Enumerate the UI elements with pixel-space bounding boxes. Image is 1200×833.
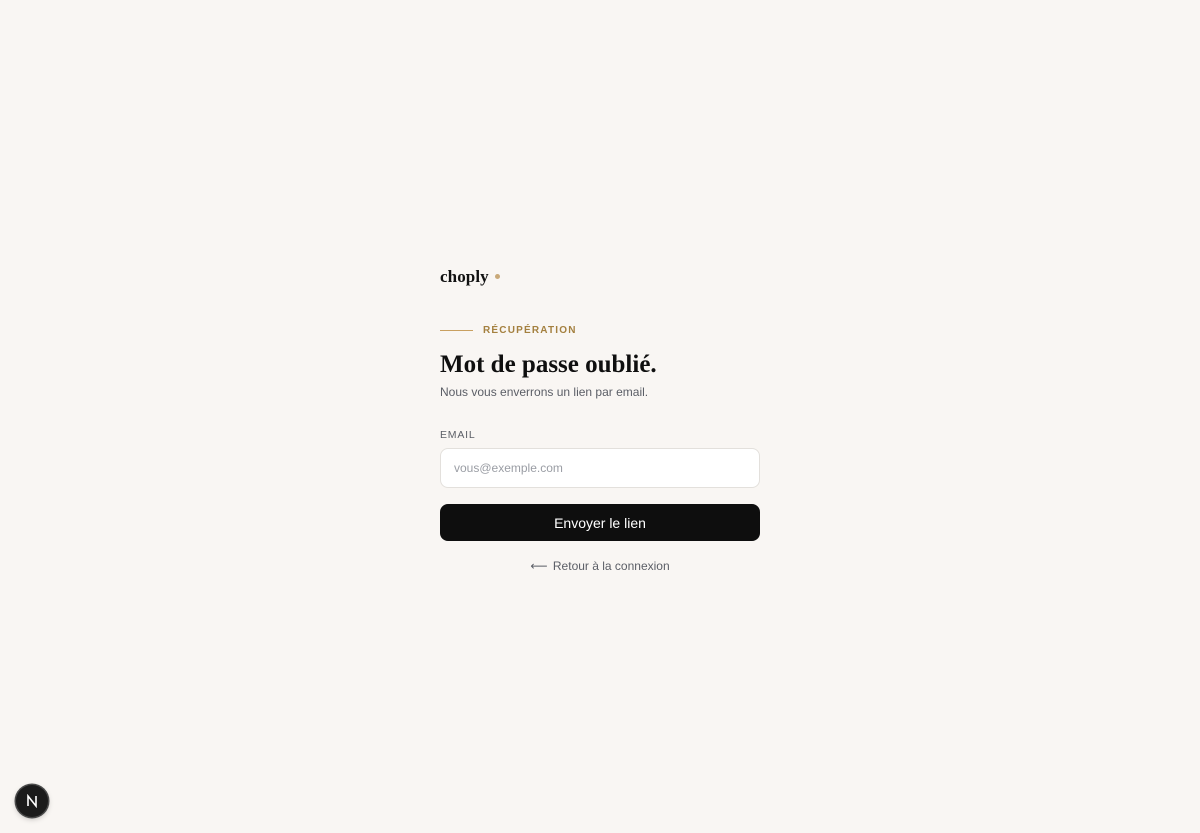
eyebrow-text: RÉCUPÉRATION (483, 324, 577, 336)
brand-name: choply (440, 267, 489, 286)
email-label: EMAIL (440, 429, 476, 441)
page-subtitle: Nous vous enverrons un lien par email. (440, 385, 649, 399)
back-to-login-link[interactable]: ⟵ Retour à la connexion (440, 557, 760, 575)
back-to-login-label: Retour à la connexion (552, 559, 670, 573)
eyebrow: RÉCUPÉRATION (440, 322, 760, 338)
page: choply RÉCUPÉRATION Mot de passe oublié.… (0, 0, 1200, 833)
arrow-left-icon: ⟵ (530, 559, 548, 573)
nextjs-icon (27, 794, 37, 808)
email-field[interactable] (440, 448, 760, 488)
send-link-button[interactable]: Envoyer le lien (440, 504, 760, 541)
nextjs-devtools-button[interactable] (16, 785, 48, 817)
page-title: Mot de passe oublié. (440, 351, 657, 378)
forgot-password-card: choply RÉCUPÉRATION Mot de passe oublié.… (440, 266, 760, 575)
brand-logo: choply (440, 266, 760, 288)
brand-dot-icon (494, 273, 500, 279)
eyebrow-line (440, 329, 473, 331)
